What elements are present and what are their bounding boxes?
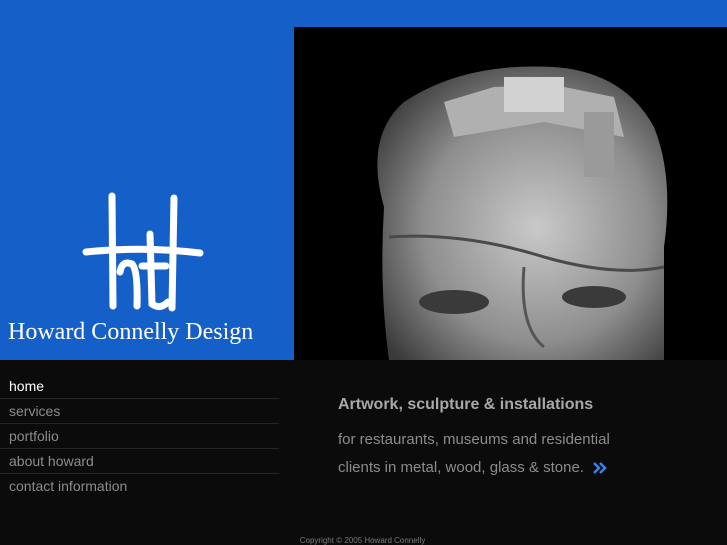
double-chevron-right-icon[interactable] — [592, 461, 608, 475]
tagline-line-1: for restaurants, museums and residential — [338, 431, 610, 448]
nav-item-services[interactable]: services — [0, 399, 279, 424]
main-nav: home services portfolio about howard con… — [0, 374, 279, 498]
tagline-line-2-text: clients in metal, wood, glass & stone. — [338, 459, 584, 476]
sculpture-photo — [294, 27, 727, 360]
tagline-line-2: clients in metal, wood, glass & stone. — [338, 454, 708, 482]
hero-banner: Howard Connelly Design — [0, 0, 727, 360]
nav-item-home[interactable]: home — [0, 374, 279, 399]
tagline-heading: Artwork, sculpture & installations — [338, 396, 594, 413]
tagline: Artwork, sculpture & installations for r… — [338, 396, 708, 482]
nav-item-contact-information[interactable]: contact information — [0, 474, 279, 498]
copyright: Copyright © 2005 Howard Connelly — [299, 536, 426, 545]
hc-monogram-icon — [82, 192, 204, 312]
nav-item-portfolio[interactable]: portfolio — [0, 424, 279, 449]
nav-item-about-howard[interactable]: about howard — [0, 449, 279, 474]
brand-name: Howard Connelly Design — [8, 319, 254, 345]
